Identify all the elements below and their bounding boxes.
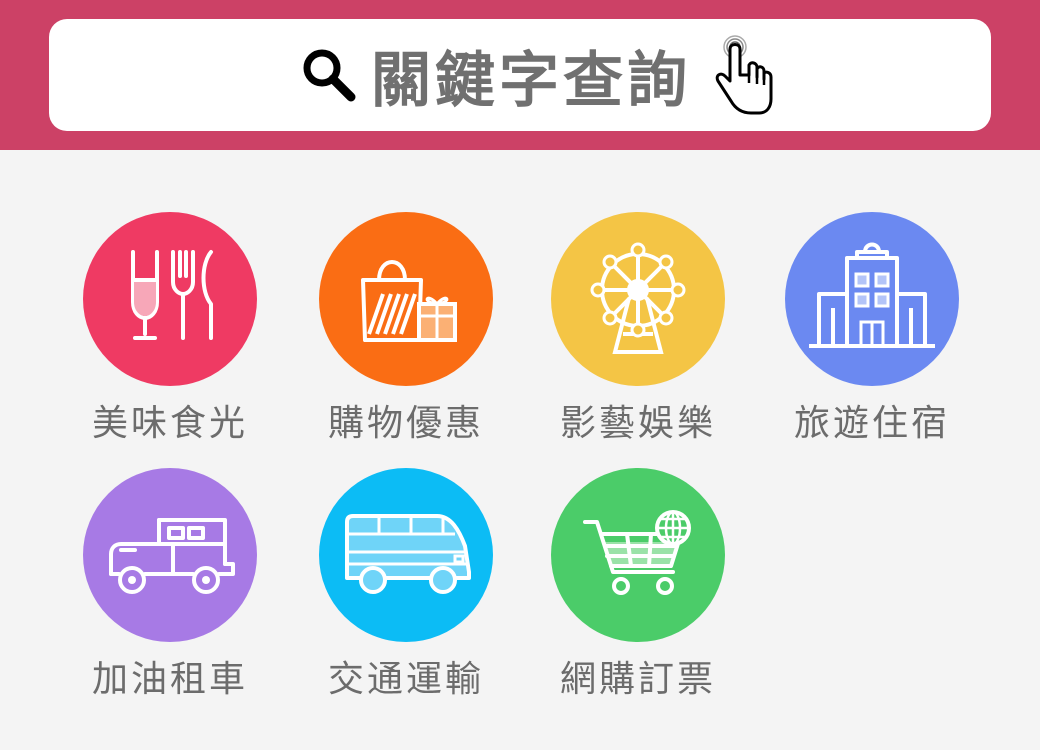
dining-icon — [131, 250, 213, 340]
category-circle — [319, 212, 493, 386]
category-shopping[interactable]: 購物優惠 — [296, 212, 516, 452]
category-label: 美味食光 — [91, 403, 248, 444]
category-label: 購物優惠 — [327, 403, 484, 444]
hotel-icon — [809, 242, 935, 348]
ferris-wheel-icon — [590, 242, 686, 354]
category-label: 交通運輸 — [327, 659, 484, 700]
category-circle — [785, 212, 959, 386]
category-label: 加油租車 — [91, 659, 248, 700]
category-circle — [551, 212, 725, 386]
category-circle — [83, 212, 257, 386]
shopping-bag-icon — [361, 260, 457, 342]
vintage-car-icon — [109, 518, 235, 594]
category-car-rental[interactable]: 加油租車 — [60, 468, 280, 708]
online-cart-icon — [583, 510, 691, 595]
category-circle — [83, 468, 257, 642]
bus-icon — [345, 514, 471, 594]
category-online-booking[interactable]: 網購訂票 — [528, 468, 748, 708]
category-circle — [319, 468, 493, 642]
category-dining[interactable]: 美味食光 — [60, 212, 280, 452]
category-travel[interactable]: 旅遊住宿 — [762, 212, 982, 452]
category-label: 旅遊住宿 — [793, 403, 950, 444]
category-grid: 美味食光 購物優惠 影藝娛樂 旅遊住宿 加油租車 交通運輸 網購訂票 — [0, 0, 1040, 750]
category-entertainment[interactable]: 影藝娛樂 — [528, 212, 748, 452]
category-circle — [551, 468, 725, 642]
category-transport[interactable]: 交通運輸 — [296, 468, 516, 708]
category-label: 網購訂票 — [559, 659, 716, 700]
category-label: 影藝娛樂 — [559, 403, 716, 444]
